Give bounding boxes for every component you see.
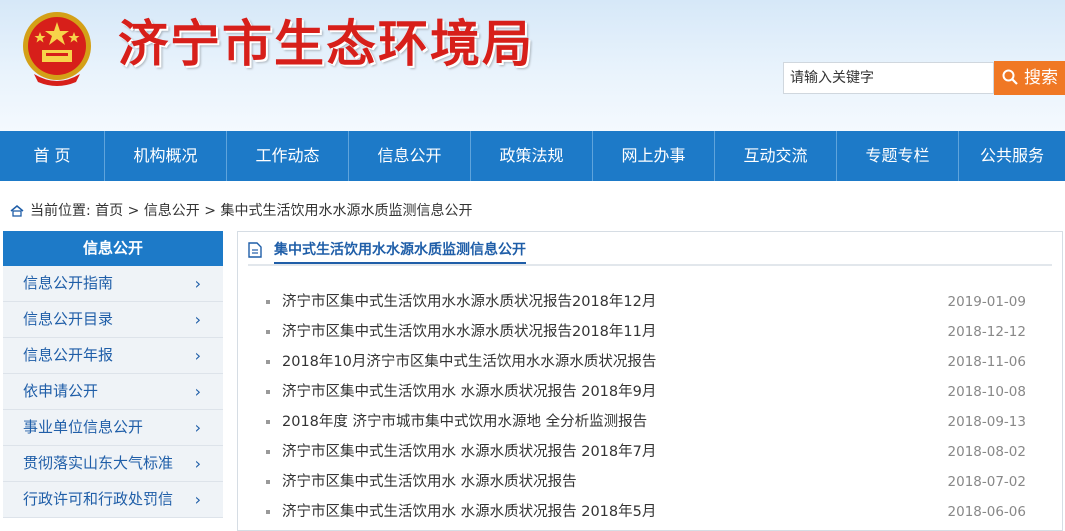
bullet-icon bbox=[266, 450, 270, 454]
nav-item-news[interactable]: 工作动态 bbox=[227, 131, 349, 181]
nav-item-online-service[interactable]: 网上办事 bbox=[593, 131, 715, 181]
article-link[interactable]: 济宁市区集中式生活饮用水 水源水质状况报告 2018年7月 bbox=[282, 437, 656, 467]
bullet-icon bbox=[266, 510, 270, 514]
article-date: 2018-11-06 bbox=[947, 354, 1026, 370]
chevron-right-icon: › bbox=[194, 454, 201, 473]
sidebar: 信息公开 信息公开指南 › 信息公开目录 › 信息公开年报 › 依申请公开 › 事业单位… bbox=[3, 231, 223, 518]
breadcrumb: 当前位置: 首页 > 信息公开 > 集中式生活饮用水水源水质监测信息公开 bbox=[10, 200, 472, 222]
sidebar-item-label: 信息公开年报 bbox=[23, 346, 114, 364]
breadcrumb-label: 当前位置: bbox=[30, 203, 91, 219]
bullet-icon bbox=[266, 390, 270, 394]
breadcrumb-disclosure[interactable]: 信息公开 bbox=[144, 203, 200, 219]
sidebar-item-air-standard[interactable]: 贯彻落实山东大气标准 › bbox=[3, 446, 223, 482]
bullet-icon bbox=[266, 330, 270, 334]
article-list-panel: 集中式生活饮用水水源水质监测信息公开 济宁市区集中式生活饮用水水源水质状况报告2… bbox=[237, 231, 1063, 531]
panel-title: 集中式生活饮用水水源水质监测信息公开 bbox=[274, 240, 526, 264]
article-date: 2018-07-02 bbox=[947, 474, 1026, 490]
sidebar-item-label: 信息公开指南 bbox=[23, 274, 114, 292]
chevron-right-icon: › bbox=[194, 274, 201, 293]
site-title: 济宁市生态环境局 bbox=[118, 15, 534, 73]
article-link[interactable]: 济宁市区集中式生活饮用水水源水质状况报告2018年12月 bbox=[282, 287, 656, 317]
nav-item-disclosure[interactable]: 信息公开 bbox=[349, 131, 471, 181]
nav-item-interaction[interactable]: 互动交流 bbox=[715, 131, 837, 181]
article-link[interactable]: 济宁市区集中式生活饮用水 水源水质状况报告 2018年5月 bbox=[282, 497, 656, 527]
article-link[interactable]: 济宁市区集中式生活饮用水 水源水质状况报告 2018年9月 bbox=[282, 377, 656, 407]
home-icon bbox=[10, 205, 24, 217]
list-item: 2018年度 济宁市城市集中式饮用水源地 全分析监测报告 2018-09-13 bbox=[266, 407, 1056, 437]
nav-item-home[interactable]: 首 页 bbox=[0, 131, 105, 181]
chevron-right-icon: › bbox=[194, 490, 201, 509]
list-item: 济宁市区集中式生活饮用水 水源水质状况报告 2018年9月 2018-10-08 bbox=[266, 377, 1056, 407]
article-date: 2018-06-06 bbox=[947, 504, 1026, 520]
search-input[interactable]: 请输入关键字 bbox=[783, 62, 994, 94]
sidebar-item-label: 行政许可和行政处罚信 bbox=[23, 490, 174, 508]
article-link[interactable]: 济宁市区集中式生活饮用水 水源水质状况报告 bbox=[282, 467, 577, 497]
breadcrumb-separator: > bbox=[127, 203, 140, 219]
bullet-icon bbox=[266, 360, 270, 364]
article-list: 济宁市区集中式生活饮用水水源水质状况报告2018年12月 2019-01-09 济… bbox=[266, 287, 1056, 527]
site-header: 济宁市生态环境局 请输入关键字 搜索 bbox=[0, 0, 1065, 131]
sidebar-item-request[interactable]: 依申请公开 › bbox=[3, 374, 223, 410]
bullet-icon bbox=[266, 480, 270, 484]
nav-item-policy[interactable]: 政策法规 bbox=[471, 131, 593, 181]
article-link[interactable]: 2018年10月济宁市区集中式生活饮用水水源水质状况报告 bbox=[282, 347, 656, 377]
search-button-label: 搜索 bbox=[1024, 68, 1058, 88]
sidebar-title: 信息公开 bbox=[3, 231, 223, 266]
chevron-right-icon: › bbox=[194, 382, 201, 401]
document-icon bbox=[248, 242, 262, 258]
nav-item-special[interactable]: 专题专栏 bbox=[837, 131, 959, 181]
main-nav: 首 页 机构概况 工作动态 信息公开 政策法规 网上办事 互动交流 专题专栏 公… bbox=[0, 131, 1065, 181]
search-icon bbox=[1002, 69, 1018, 85]
article-date: 2019-01-09 bbox=[947, 294, 1026, 310]
article-date: 2018-09-13 bbox=[947, 414, 1026, 430]
list-item: 济宁市区集中式生活饮用水 水源水质状况报告 2018-07-02 bbox=[266, 467, 1056, 497]
breadcrumb-current[interactable]: 集中式生活饮用水水源水质监测信息公开 bbox=[220, 203, 472, 219]
list-item: 2018年10月济宁市区集中式生活饮用水水源水质状况报告 2018-11-06 bbox=[266, 347, 1056, 377]
breadcrumb-separator: > bbox=[204, 203, 216, 219]
chevron-right-icon: › bbox=[194, 346, 201, 365]
search-button[interactable]: 搜索 bbox=[994, 61, 1065, 95]
list-item: 济宁市区集中式生活饮用水水源水质状况报告2018年12月 2019-01-09 bbox=[266, 287, 1056, 317]
sidebar-item-label: 信息公开目录 bbox=[23, 310, 114, 328]
list-item: 济宁市区集中式生活饮用水 水源水质状况报告 2018年7月 2018-08-02 bbox=[266, 437, 1056, 467]
article-date: 2018-12-12 bbox=[947, 324, 1026, 340]
sidebar-item-catalog[interactable]: 信息公开目录 › bbox=[3, 302, 223, 338]
sidebar-item-institution[interactable]: 事业单位信息公开 › bbox=[3, 410, 223, 446]
nav-item-about[interactable]: 机构概况 bbox=[105, 131, 227, 181]
article-link[interactable]: 济宁市区集中式生活饮用水水源水质状况报告2018年11月 bbox=[282, 317, 656, 347]
bullet-icon bbox=[266, 420, 270, 424]
list-item: 济宁市区集中式生活饮用水 水源水质状况报告 2018年5月 2018-06-06 bbox=[266, 497, 1056, 527]
article-link[interactable]: 2018年度 济宁市城市集中式饮用水源地 全分析监测报告 bbox=[282, 407, 647, 437]
sidebar-item-permits[interactable]: 行政许可和行政处罚信 › bbox=[3, 482, 223, 518]
article-date: 2018-10-08 bbox=[947, 384, 1026, 400]
sidebar-item-label: 贯彻落实山东大气标准 bbox=[23, 454, 174, 472]
nav-item-public-service[interactable]: 公共服务 bbox=[959, 131, 1065, 181]
sidebar-item-label: 依申请公开 bbox=[23, 382, 99, 400]
chevron-right-icon: › bbox=[194, 310, 201, 329]
national-emblem-icon bbox=[23, 12, 91, 86]
article-date: 2018-08-02 bbox=[947, 444, 1026, 460]
panel-header: 集中式生活饮用水水源水质监测信息公开 bbox=[248, 240, 1052, 266]
sidebar-item-label: 事业单位信息公开 bbox=[23, 418, 144, 436]
sidebar-item-guide[interactable]: 信息公开指南 › bbox=[3, 266, 223, 302]
sidebar-item-annual-report[interactable]: 信息公开年报 › bbox=[3, 338, 223, 374]
chevron-right-icon: › bbox=[194, 418, 201, 437]
breadcrumb-home[interactable]: 首页 bbox=[95, 203, 123, 219]
bullet-icon bbox=[266, 300, 270, 304]
list-item: 济宁市区集中式生活饮用水水源水质状况报告2018年11月 2018-12-12 bbox=[266, 317, 1056, 347]
